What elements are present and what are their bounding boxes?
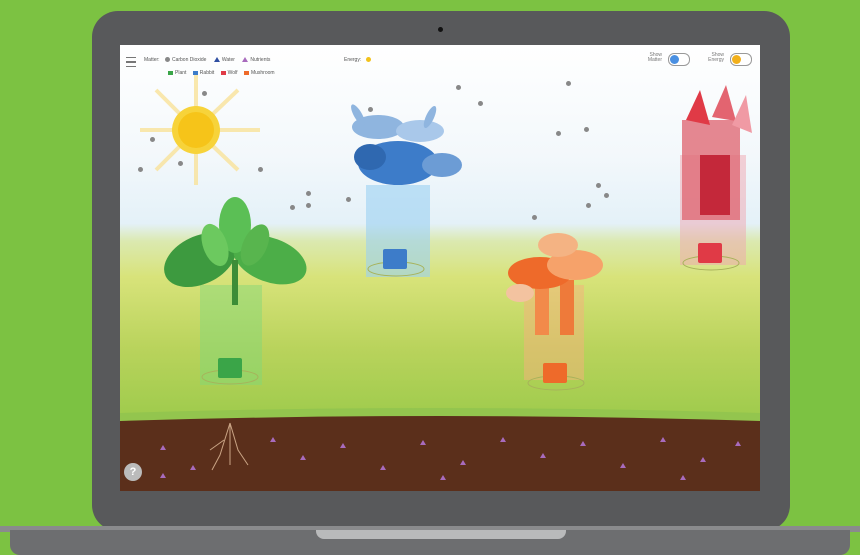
nutrients-icon [242, 57, 249, 63]
energy-label: Energy: [344, 57, 362, 63]
simulation-screen: Matter: Carbon Dioxide Water Nutrients P… [120, 45, 760, 491]
nutrient-particle [735, 441, 741, 446]
scene-art [120, 75, 760, 491]
carbon-dioxide-particle [368, 107, 373, 112]
carbon-dioxide-particle [202, 91, 207, 96]
carbon-dioxide-particle [150, 137, 155, 142]
water-icon [213, 57, 220, 63]
carbon-dioxide-particle [346, 197, 351, 202]
carbon-dioxide-particle [596, 183, 601, 188]
laptop-notch [316, 530, 566, 539]
mushroom-matter-block[interactable] [543, 363, 567, 383]
legend-wolf: Wolf [220, 70, 238, 76]
energy-icon [365, 57, 371, 63]
show-matter-knob [670, 55, 679, 64]
mushroom-swatch-icon [243, 70, 249, 75]
carbon-dioxide-icon [164, 57, 170, 63]
wolf-swatch-icon [220, 70, 226, 75]
plant-matter-block[interactable] [218, 358, 242, 378]
carbon-dioxide-particle [566, 81, 571, 86]
sun-icon [140, 75, 260, 185]
rabbit-icon [351, 104, 462, 185]
nutrient-particle [500, 437, 506, 442]
show-energy-toggle[interactable] [730, 53, 752, 66]
plant-icon [164, 197, 307, 305]
nutrient-particle [190, 465, 196, 470]
camera-icon [438, 27, 443, 32]
carbon-dioxide-particle [178, 161, 183, 166]
nutrient-particle [340, 443, 346, 448]
show-energy-knob [732, 55, 741, 64]
carbon-dioxide-particle [584, 127, 589, 132]
nutrient-particle [270, 437, 276, 442]
carbon-dioxide-particle [306, 191, 311, 196]
matter-legend-row1: Matter: Carbon Dioxide Water Nutrients [144, 57, 270, 63]
energy-legend: Energy: [344, 57, 373, 63]
legend-co2: Carbon Dioxide [164, 57, 206, 63]
legend-water: Water [213, 57, 235, 63]
carbon-dioxide-particle [604, 193, 609, 198]
menu-icon[interactable] [126, 57, 136, 67]
help-button[interactable]: ? [124, 463, 142, 481]
carbon-dioxide-particle [290, 205, 295, 210]
nutrient-particle [460, 460, 466, 465]
rabbit-matter-block[interactable] [383, 249, 407, 269]
nutrient-particle [700, 457, 706, 462]
carbon-dioxide-particle [478, 101, 483, 106]
matter-label: Matter: [144, 57, 160, 63]
nutrient-particle [420, 440, 426, 445]
nutrient-particle [580, 441, 586, 446]
show-energy-label: Show Energy [704, 53, 724, 63]
carbon-dioxide-particle [306, 203, 311, 208]
plant-swatch-icon [168, 70, 173, 75]
show-matter-label: Show Matter [642, 53, 662, 63]
show-energy-line2: Energy [708, 57, 724, 63]
carbon-dioxide-particle [138, 167, 143, 172]
nutrient-particle [300, 455, 306, 460]
wolf-matter-block[interactable] [698, 243, 722, 263]
nutrient-particle [620, 463, 626, 468]
nutrient-particle [160, 473, 166, 478]
rabbit-swatch-icon [192, 70, 198, 75]
carbon-dioxide-particle [456, 85, 461, 90]
carbon-dioxide-particle [556, 131, 561, 136]
nutrient-particle [440, 475, 446, 480]
nutrient-particle [380, 465, 386, 470]
show-matter-toggle[interactable] [668, 53, 690, 66]
legend-mushroom: Mushroom [243, 70, 275, 76]
nutrient-particle [540, 453, 546, 458]
matter-legend-row2: Plant Rabbit Wolf Mushroom [168, 70, 275, 76]
carbon-dioxide-particle [586, 203, 591, 208]
legend-plant: Plant [168, 70, 186, 76]
carbon-dioxide-particle [532, 215, 537, 220]
nutrient-particle [680, 475, 686, 480]
legend-nutrients: Nutrients [242, 57, 270, 63]
show-matter-line2: Matter [647, 57, 662, 63]
legend-rabbit: Rabbit [192, 70, 214, 76]
nutrient-particle [660, 437, 666, 442]
carbon-dioxide-particle [258, 167, 263, 172]
nutrient-particle [160, 445, 166, 450]
